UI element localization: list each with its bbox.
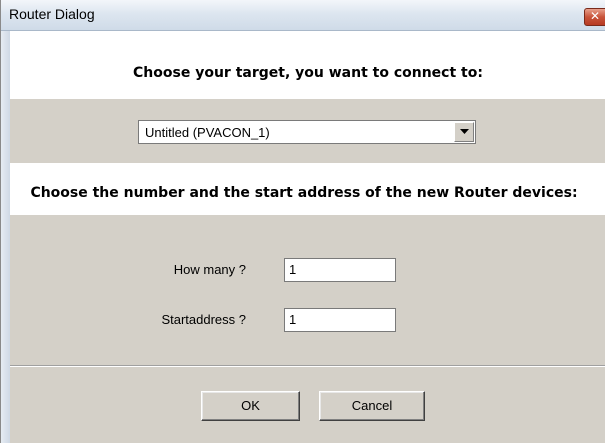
how-many-input[interactable]: 1 [284,258,396,282]
close-icon: ✕ [590,9,601,23]
button-separator [10,365,605,367]
target-dropdown-value: Untitled (PVACON_1) [145,125,270,140]
devices-heading-band: Choose the number and the start address … [10,163,605,215]
cancel-button[interactable]: Cancel [319,391,425,421]
startaddress-input[interactable]: 1 [284,308,396,332]
startaddress-label: Startaddress ? [161,312,246,327]
chevron-down-icon [460,129,469,134]
target-heading-band: Choose your target, you want to connect … [10,31,605,99]
how-many-label: How many ? [173,262,246,277]
title-bar[interactable]: Router Dialog ✕ [1,0,605,31]
dialog-content: Choose your target, you want to connect … [10,31,605,443]
ok-button[interactable]: OK [201,391,300,421]
window-title: Router Dialog [9,6,95,22]
target-dropdown[interactable]: Untitled (PVACON_1) [138,120,476,144]
target-heading: Choose your target, you want to connect … [133,65,483,81]
window-left-frame [1,31,10,443]
devices-heading: Choose the number and the start address … [30,185,578,201]
router-dialog-window: Router Dialog ✕ Choose your target, you … [0,0,605,443]
dropdown-button[interactable] [454,122,474,142]
close-button[interactable]: ✕ [584,8,605,26]
